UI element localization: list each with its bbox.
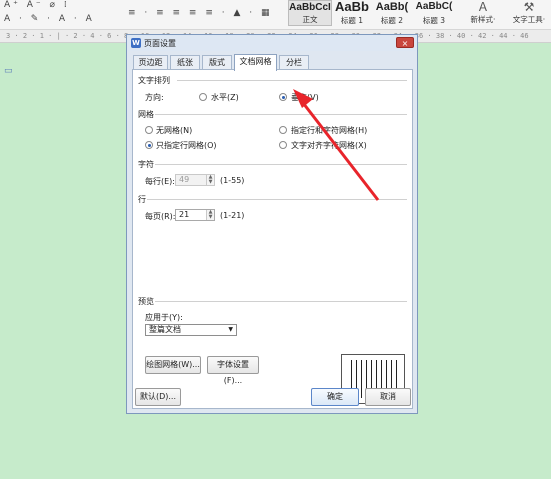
paragraph-buttons[interactable]: ≡ · ≡ ≡ ≡ ≡ · ▲ · ▦: [128, 8, 272, 18]
divider: [147, 199, 407, 200]
grid-heading: 网格: [138, 110, 154, 119]
preview-line: [361, 360, 362, 398]
preview-heading: 预览: [138, 297, 154, 306]
font-format-buttons[interactable]: A · ✎ · A · A: [4, 14, 95, 24]
dropdown-arrow-icon: ▼: [228, 326, 233, 333]
line-and-char-grid-radio[interactable]: [279, 126, 287, 134]
font-size-buttons[interactable]: A⁺ A⁻ ⌀ ⁞: [4, 0, 70, 10]
style-sample: AaBbC(: [415, 1, 453, 12]
line-and-char-grid-label[interactable]: 指定行和字符网格(H): [291, 125, 367, 136]
tab-document-grid[interactable]: 文档网格: [234, 54, 277, 71]
style-normal[interactable]: AaBbCcI 正文: [288, 0, 332, 26]
style-heading-3[interactable]: AaBbC( 标题 3: [412, 0, 456, 26]
cancel-button[interactable]: 取消: [365, 388, 411, 406]
tab-margins[interactable]: 页边距: [133, 55, 168, 70]
style-sample: AaBb: [335, 0, 369, 14]
tab-layout[interactable]: 版式: [202, 55, 232, 70]
divider: [155, 164, 407, 165]
page-marker-icon: ▭: [4, 66, 13, 76]
characters-heading: 字符: [138, 160, 154, 169]
style-sample: AaBb(: [375, 1, 409, 13]
divider: [177, 80, 407, 81]
snap-to-char-grid-label[interactable]: 文字对齐字符网格(X): [291, 140, 367, 151]
divider: [155, 301, 407, 302]
chars-per-line-input[interactable]: 49 ▲ ▼: [175, 174, 215, 186]
horizontal-label[interactable]: 水平(Z): [211, 92, 239, 103]
lines-per-page-label: 每页(R):: [145, 212, 176, 221]
spinner-arrows-icon[interactable]: ▲ ▼: [206, 175, 214, 185]
style-name: 标题 2: [380, 16, 404, 25]
dialog-titlebar[interactable]: W 页面设置 ×: [127, 35, 417, 51]
no-grid-label[interactable]: 无网格(N): [156, 125, 192, 136]
line-grid-only-label[interactable]: 只指定行网格(O): [156, 140, 217, 151]
dialog-title: 页面设置: [144, 39, 176, 48]
divider: [155, 114, 407, 115]
close-button[interactable]: ×: [396, 37, 414, 48]
lines-per-page-value: 21: [179, 210, 190, 219]
horizontal-radio[interactable]: [199, 93, 207, 101]
style-heading-2[interactable]: AaBb( 标题 2: [372, 0, 412, 26]
tab-paper[interactable]: 纸张: [170, 55, 200, 70]
style-name: 标题 1: [340, 16, 364, 25]
lines-heading: 行: [138, 195, 146, 204]
page-setup-dialog: W 页面设置 × 页边距 纸张 版式 文档网格 分栏 文字排列 方向: 水平(Z…: [126, 34, 418, 414]
document-grid-panel: 文字排列 方向: 水平(Z) 垂直(V) 网格 无网格(N) 只指定行网格(O)…: [132, 69, 413, 409]
chars-per-line-value: 49: [179, 175, 190, 184]
style-name: 标题 3: [422, 16, 446, 25]
direction-label: 方向:: [145, 93, 164, 102]
vertical-radio[interactable]: [279, 93, 287, 101]
text-tools-button[interactable]: ⚒ 文字工具·: [508, 0, 550, 25]
style-name: 正文: [302, 15, 318, 24]
line-grid-only-radio[interactable]: [145, 141, 153, 149]
ok-button[interactable]: 确定: [311, 388, 359, 406]
ribbon-toolbar: A⁺ A⁻ ⌀ ⁞ A · ✎ · A · A ≡ · ≡ ≡ ≡ ≡ · ▲ …: [0, 0, 551, 30]
style-heading-1[interactable]: AaBb 标题 1: [332, 0, 372, 26]
new-style-icon: Ａ: [476, 0, 489, 14]
new-style-button[interactable]: Ａ 新样式·: [466, 0, 500, 25]
wps-app-icon: W: [131, 38, 141, 48]
apply-to-select[interactable]: 整篇文档 ▼: [145, 324, 237, 336]
vertical-label[interactable]: 垂直(V): [291, 92, 319, 103]
text-tools-label: 文字工具·: [512, 15, 546, 24]
snap-to-char-grid-radio[interactable]: [279, 141, 287, 149]
apply-to-value: 整篇文档: [149, 325, 181, 334]
default-button[interactable]: 默认(D)...: [135, 388, 181, 406]
chars-per-line-label: 每行(E):: [145, 177, 175, 186]
lines-per-page-input[interactable]: 21 ▲ ▼: [175, 209, 215, 221]
font-settings-button[interactable]: 字体设置(F)...: [207, 356, 259, 385]
no-grid-radio[interactable]: [145, 126, 153, 134]
style-sample: AaBbCcI: [289, 2, 331, 13]
spinner-arrows-icon[interactable]: ▲ ▼: [206, 210, 214, 220]
text-direction-heading: 文字排列: [138, 76, 170, 85]
tab-columns[interactable]: 分栏: [279, 55, 309, 70]
wrench-icon: ⚒: [523, 0, 535, 14]
lines-range: (1-21): [220, 211, 245, 220]
new-style-label: 新样式·: [470, 15, 496, 24]
apply-to-label: 应用于(Y):: [145, 313, 183, 322]
chars-range: (1-55): [220, 176, 245, 185]
draw-grid-button[interactable]: 绘图网格(W)...: [145, 356, 201, 374]
